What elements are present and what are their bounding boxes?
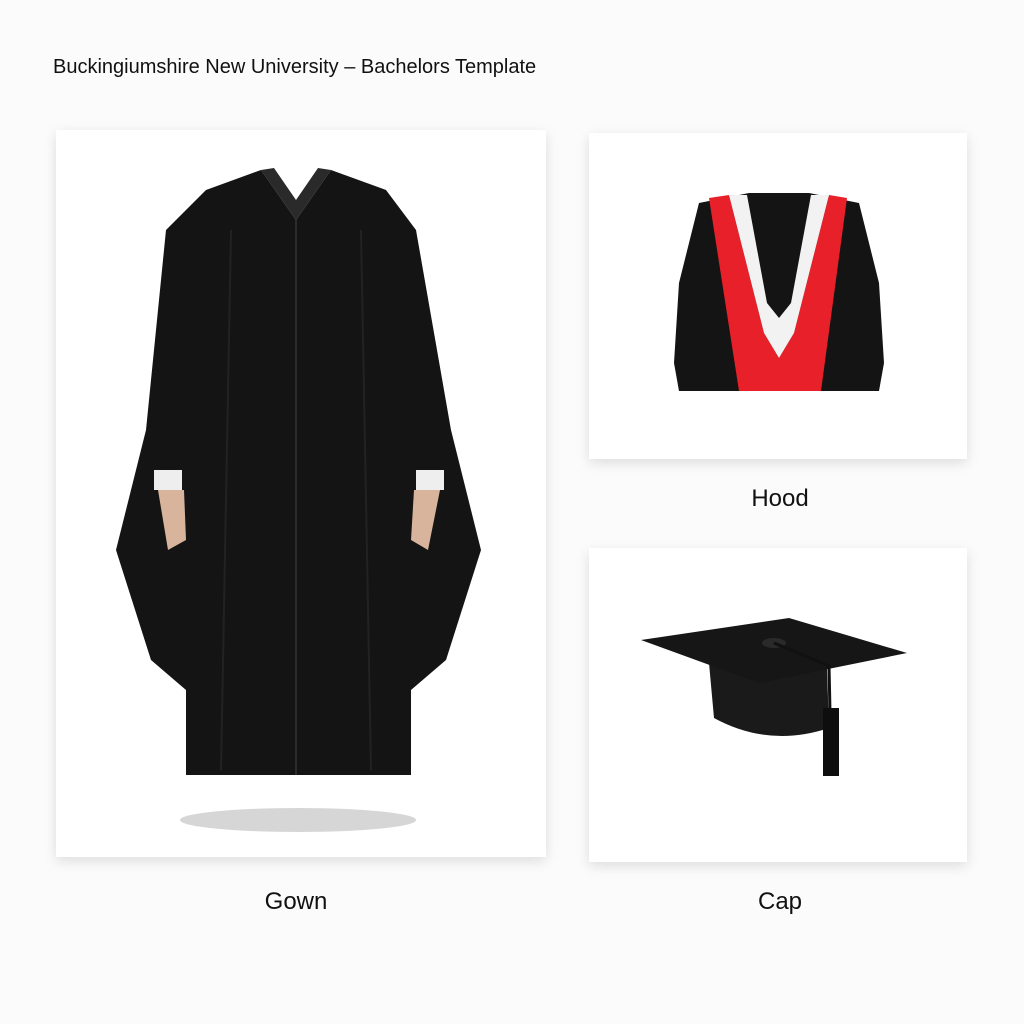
hood-panel[interactable] [589,133,967,459]
cap-panel[interactable] [589,548,967,862]
hood-image [674,193,884,391]
gown-image [116,168,481,832]
cap-label: Cap [757,888,803,915]
hood-label: Hood [751,485,809,512]
page-title: Buckingiumshire New University – Bachelo… [53,56,537,78]
gown-panel[interactable] [56,130,546,857]
gown-label: Gown [264,888,328,915]
cap-image [641,618,907,776]
